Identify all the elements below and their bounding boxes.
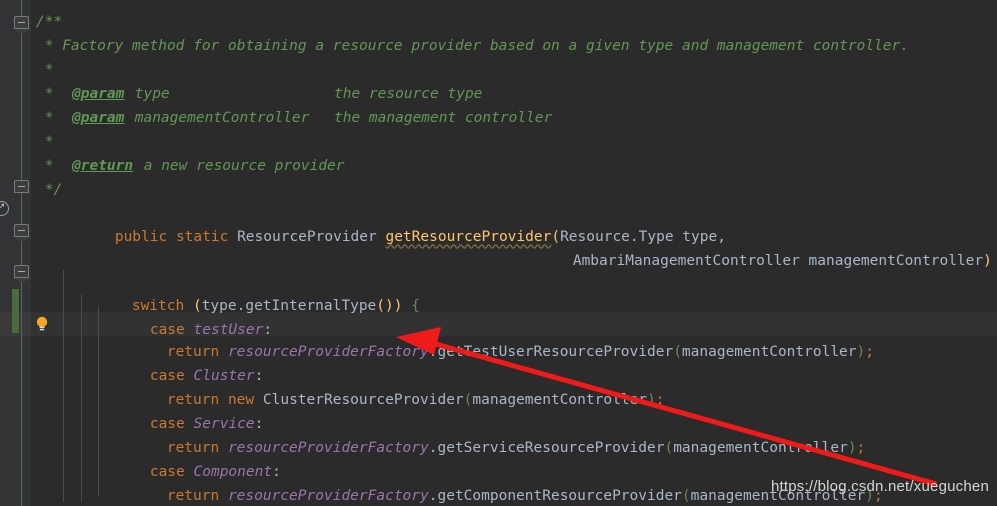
javadoc-param-tag: @param xyxy=(72,110,125,126)
code-line[interactable]: * @param type the resource type xyxy=(0,82,997,107)
javadoc-param-name: type xyxy=(126,86,170,102)
javadoc-star: * xyxy=(36,86,63,102)
javadoc-param-tag: @param xyxy=(72,86,125,102)
code-line-method-signature[interactable]: public static ResourceProvider getResour… xyxy=(0,200,997,245)
close-paren: ) xyxy=(983,252,992,269)
javadoc-star: * xyxy=(36,134,54,150)
code-line[interactable]: * @return a new resource provider xyxy=(0,154,997,179)
code-line-case[interactable]: case Service: xyxy=(0,387,997,432)
code-line-return[interactable]: return resourceProviderFactory.getServic… xyxy=(0,411,997,456)
code-line-switch[interactable]: switch (type.getInternalType()) { xyxy=(0,269,997,314)
javadoc-star: * xyxy=(36,158,63,174)
code-line-case[interactable]: case testUser: xyxy=(0,293,997,338)
javadoc-open: /** xyxy=(36,14,63,30)
open-brace: { xyxy=(992,253,997,269)
javadoc-close: */ xyxy=(36,182,63,198)
code-editor[interactable]: ↗ /** * Factory method for obtaining a r… xyxy=(0,0,997,506)
csdn-watermark: https://blog.csdn.net/xueguchen xyxy=(770,478,989,495)
javadoc-return-tag: @return xyxy=(72,158,134,174)
javadoc-param-desc: the management controller xyxy=(334,110,553,126)
javadoc-star: * xyxy=(36,62,54,78)
code-line[interactable]: * @param managementController the manage… xyxy=(0,106,997,131)
javadoc-star: * xyxy=(36,110,63,126)
javadoc-return-desc: a new resource provider xyxy=(135,158,345,174)
javadoc-param-name: managementController xyxy=(126,110,310,126)
javadoc-summary: * Factory method for obtaining a resourc… xyxy=(36,38,909,54)
code-line[interactable]: /** xyxy=(0,10,997,35)
code-line-case[interactable]: case Component: xyxy=(0,435,997,480)
code-line[interactable]: * xyxy=(0,130,997,155)
code-line-method-signature-cont[interactable]: AmbariManagementController managementCon… xyxy=(0,224,997,269)
javadoc-param-desc: the resource type xyxy=(334,86,483,102)
code-line-case[interactable]: case Cluster: xyxy=(0,339,997,384)
code-line[interactable]: * Factory method for obtaining a resourc… xyxy=(0,34,997,59)
code-line-return[interactable]: return resourceProviderFactory.getTestUs… xyxy=(0,315,997,360)
code-line[interactable]: * xyxy=(0,58,997,83)
code-line[interactable]: */ xyxy=(0,178,997,203)
code-line-return[interactable]: return new ClusterResourceProvider(manag… xyxy=(0,363,997,408)
code-content[interactable]: /** * Factory method for obtaining a res… xyxy=(0,0,997,506)
parameter-two: AmbariManagementController managementCon… xyxy=(572,252,984,269)
